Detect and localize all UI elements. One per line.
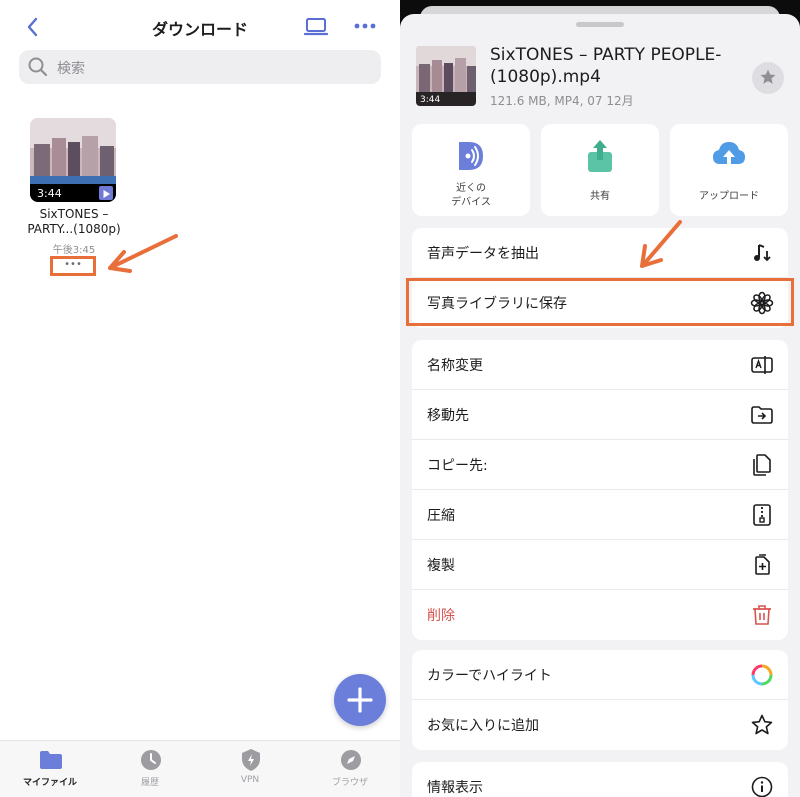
menu-item-label: 削除: [427, 608, 455, 624]
file-name: SixTONES – PARTY...(1080p): [18, 207, 130, 237]
action-label: 近くの: [456, 183, 486, 194]
file-browser-screen: ダウンロード 検索 3:44 SixTONES – PARTY...(1080p…: [0, 0, 400, 797]
menu-item-show-info[interactable]: 情報表示: [412, 762, 788, 797]
share-icon: [588, 140, 612, 172]
play-icon: [99, 186, 113, 200]
rename-icon: [751, 356, 773, 374]
menu-item-label: カラーでハイライト: [427, 668, 552, 684]
action-sheet-screen: 3:44 SixTONES – PARTY PEOPLE-(1080p).mp4…: [400, 0, 800, 797]
laptop-icon[interactable]: [304, 16, 328, 38]
menu-item-label: 情報表示: [427, 780, 483, 796]
tab-label: VPN: [240, 775, 260, 785]
music-note-icon: [754, 244, 771, 262]
copy-icon: [753, 454, 771, 476]
menu-group-mark: カラーでハイライト お気に入りに追加: [412, 650, 788, 750]
menu-item-move[interactable]: 移動先: [412, 390, 788, 440]
add-button[interactable]: [334, 674, 386, 726]
tab-history[interactable]: 履歴: [100, 741, 200, 797]
file-meta: 121.6 MB, MP4, 07 12月: [490, 94, 634, 108]
tab-my-files[interactable]: マイファイル: [0, 741, 100, 797]
menu-item-copy-to[interactable]: コピー先:: [412, 440, 788, 490]
tab-bar: マイファイル 履歴 VPN ブラウザ: [0, 740, 400, 797]
menu-item-color-highlight[interactable]: カラーでハイライト: [412, 650, 788, 700]
file-name-line1: SixTONES –: [39, 207, 109, 221]
cloud-upload-icon: [713, 142, 745, 171]
folder-icon: [40, 751, 62, 769]
sheet-grabber[interactable]: [576, 22, 624, 27]
info-icon: [751, 776, 773, 797]
menu-item-label: 移動先: [427, 408, 469, 424]
menu-item-extract-audio[interactable]: 音声データを抽出: [412, 228, 788, 278]
menu-item-rename[interactable]: 名称変更: [412, 340, 788, 390]
menu-item-compress[interactable]: 圧縮: [412, 490, 788, 540]
file-item[interactable]: 3:44 SixTONES – PARTY...(1080p) 午後3:45 •…: [18, 116, 130, 286]
menu-item-duplicate[interactable]: 複製: [412, 540, 788, 590]
highlight-annotation-box: [406, 278, 794, 326]
video-duration: 3:44: [37, 187, 62, 200]
file-title: SixTONES – PARTY PEOPLE-(1080p).mp4: [490, 45, 722, 87]
menu-item-add-favorite[interactable]: お気に入りに追加: [412, 700, 788, 750]
file-name-line2: PARTY...(1080p): [27, 222, 121, 236]
menu-item-label: 音声データを抽出: [427, 246, 539, 262]
tab-label: 履歴: [140, 778, 159, 788]
menu-item-label: 複製: [427, 558, 455, 574]
tab-label: ブラウザ: [331, 778, 368, 788]
file-modified-time: 午後3:45: [52, 245, 96, 256]
menu-item-label: 圧縮: [427, 508, 455, 524]
action-label: アップロード: [699, 191, 759, 202]
file-more-dots-icon: •••: [64, 259, 82, 270]
page-title: ダウンロード: [151, 20, 248, 39]
clock-icon: [141, 750, 161, 770]
search-icon: [28, 57, 48, 77]
compass-icon: [341, 750, 361, 770]
menu-group-info: 情報表示: [412, 762, 788, 797]
search-bar[interactable]: 検索: [19, 50, 381, 84]
color-ring-icon: [751, 664, 773, 686]
action-label: 共有: [590, 191, 610, 202]
tab-label: マイファイル: [22, 778, 77, 788]
action-label: デバイス: [451, 197, 491, 208]
share-button[interactable]: 共有: [541, 124, 659, 216]
move-folder-icon: [751, 406, 773, 424]
more-options-icon[interactable]: [352, 18, 378, 34]
video-duration: 3:44: [420, 95, 441, 105]
video-thumbnail: 3:44: [30, 118, 116, 202]
shield-icon: [242, 749, 260, 771]
duplicate-icon: [755, 554, 770, 575]
action-sheet: 3:44 SixTONES – PARTY PEOPLE-(1080p).mp4…: [400, 14, 800, 797]
airdrop-icon: [459, 142, 483, 170]
menu-item-delete[interactable]: 削除: [412, 590, 788, 640]
tab-vpn[interactable]: VPN: [200, 741, 300, 797]
trash-icon: [753, 605, 771, 625]
plus-icon: [347, 687, 373, 713]
search-placeholder: 検索: [57, 61, 85, 77]
file-thumbnail: 3:44: [416, 46, 476, 106]
menu-item-label: お気に入りに追加: [427, 718, 539, 734]
menu-item-label: コピー先:: [427, 458, 488, 474]
menu-item-label: 名称変更: [427, 358, 483, 374]
screenshot-root: ダウンロード 検索 3:44 SixTONES – PARTY...(1080p…: [0, 0, 800, 797]
menu-group-file-ops: 名称変更 移動先 コピー先: 圧縮 複製 削除: [412, 340, 788, 640]
zip-icon: [753, 504, 771, 526]
star-outline-icon: [751, 714, 773, 735]
file-more-button[interactable]: •••: [50, 256, 96, 276]
favorite-button[interactable]: [752, 62, 784, 94]
tab-browser[interactable]: ブラウザ: [300, 741, 400, 797]
upload-button[interactable]: アップロード: [670, 124, 788, 216]
star-icon: [760, 69, 776, 84]
nearby-devices-button[interactable]: 近くの デバイス: [412, 124, 530, 216]
